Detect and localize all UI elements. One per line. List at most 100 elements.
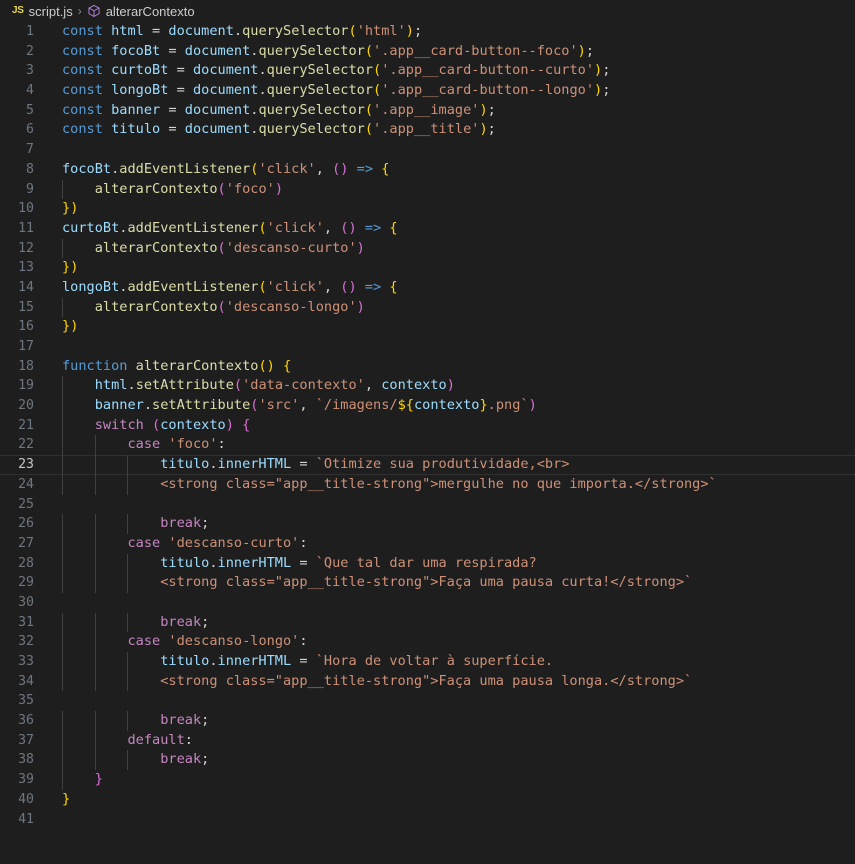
code-token: titulo bbox=[111, 121, 161, 138]
code-line[interactable]: 30 bbox=[0, 593, 855, 613]
code-line[interactable]: 37 default: bbox=[0, 730, 855, 751]
code-line[interactable]: 2 const focoBt = document.querySelector('… bbox=[0, 42, 855, 62]
code-token: contexto bbox=[413, 397, 480, 414]
code-token: { bbox=[242, 416, 251, 433]
code-line[interactable]: 28 titulo.innerHTML = `Que tal dar uma r… bbox=[0, 553, 855, 574]
breadcrumb-item-file[interactable]: JS script.js bbox=[12, 4, 73, 19]
code-line[interactable]: 33 titulo.innerHTML = `Hora de voltar à … bbox=[0, 652, 855, 672]
code-token: ; bbox=[201, 751, 210, 768]
code-line[interactable]: 11 curtoBt.addEventListener('click', () =… bbox=[0, 219, 855, 239]
code-line[interactable]: 17 bbox=[0, 337, 855, 357]
code-line-content: const curtoBt = document.querySelector('… bbox=[48, 61, 855, 81]
code-line[interactable]: 36 break; bbox=[0, 711, 855, 731]
code-token: const bbox=[62, 23, 103, 39]
line-number: 23 bbox=[18, 457, 34, 473]
code-line[interactable]: 15 alterarContexto('descanso-longo') bbox=[0, 297, 855, 318]
code-line[interactable]: 22 case 'foco': bbox=[0, 435, 855, 456]
code-line[interactable]: 19 html.setAttribute('data-contexto', co… bbox=[0, 376, 855, 397]
code-token: = bbox=[143, 23, 169, 39]
code-line-content: html.setAttribute('data-contexto', conte… bbox=[48, 376, 855, 397]
code-line[interactable]: 24 <strong class="app__title-strong">mer… bbox=[0, 474, 855, 495]
code-line[interactable]: 7 bbox=[0, 140, 855, 160]
code-line[interactable]: 20 banner.setAttribute('src', `/imagens/… bbox=[0, 396, 855, 416]
code-line[interactable]: 13}) bbox=[0, 258, 855, 278]
line-number: 30 bbox=[18, 594, 34, 610]
breadcrumb-item-symbol[interactable]: alterarContexto bbox=[87, 4, 195, 19]
code-token: { bbox=[381, 160, 390, 177]
line-number: 31 bbox=[18, 614, 34, 630]
code-token: = bbox=[160, 101, 185, 118]
code-line-content: case 'descanso-longo': bbox=[48, 632, 855, 653]
code-token: titulo bbox=[160, 653, 210, 669]
code-token: } bbox=[62, 259, 71, 276]
line-number: 33 bbox=[18, 654, 34, 669]
code-line[interactable]: 40} bbox=[0, 790, 855, 810]
code-line[interactable]: 29 <strong class="app__title-strong">Faç… bbox=[0, 573, 855, 593]
code-token: ; bbox=[413, 23, 423, 39]
code-line[interactable]: 32 case 'descanso-longo': bbox=[0, 632, 855, 653]
line-number: 8 bbox=[26, 161, 34, 177]
line-number: 5 bbox=[26, 102, 34, 118]
code-line[interactable]: 6 const titulo = document.querySelector('… bbox=[0, 120, 855, 140]
code-line[interactable]: 12 alterarContexto('descanso-curto') bbox=[0, 238, 855, 259]
code-line[interactable]: 10}) bbox=[0, 199, 855, 219]
code-token: `Otimize sua produtividade,<br> bbox=[315, 456, 570, 473]
code-token: ( bbox=[217, 180, 226, 197]
code-line[interactable]: 3 const curtoBt = document.querySelector(… bbox=[0, 61, 855, 81]
code-token: ) bbox=[356, 239, 365, 256]
code-token: ) bbox=[70, 318, 79, 335]
code-line-content: }) bbox=[48, 317, 855, 337]
code-token: break bbox=[160, 712, 202, 729]
code-editor[interactable]: 1 const html = document.querySelector('ht… bbox=[0, 22, 855, 864]
code-token: => bbox=[364, 278, 382, 295]
code-token: 'data-contexto' bbox=[242, 377, 365, 394]
line-number: 21 bbox=[18, 417, 34, 433]
line-number: 26 bbox=[18, 516, 34, 532]
code-token: { bbox=[283, 357, 292, 374]
code-line[interactable]: 27 case 'descanso-curto': bbox=[0, 533, 855, 554]
code-line[interactable]: 4 const longoBt = document.querySelector(… bbox=[0, 81, 855, 101]
code-token: } bbox=[62, 200, 71, 217]
code-line[interactable]: 38 break; bbox=[0, 750, 855, 771]
code-line[interactable]: 8 focoBt.addEventListener('click', () => … bbox=[0, 160, 855, 180]
code-line[interactable]: 23 titulo.innerHTML = `Otimize sua produ… bbox=[0, 455, 855, 475]
code-line[interactable]: 34 <strong class="app__title-strong">Faç… bbox=[0, 671, 855, 692]
code-line-content: titulo.innerHTML = `Hora de voltar à sup… bbox=[48, 652, 855, 672]
code-line[interactable]: 41 bbox=[0, 810, 855, 830]
code-line[interactable]: 5 const banner = document.querySelector('… bbox=[0, 101, 855, 121]
line-number: 3 bbox=[26, 63, 34, 79]
code-line[interactable]: 35 bbox=[0, 691, 855, 711]
code-token: setAttribute bbox=[152, 397, 251, 414]
code-line[interactable]: 14 longoBt.addEventListener('click', () =… bbox=[0, 278, 855, 298]
line-number: 1 bbox=[26, 24, 34, 39]
code-line-content: break; bbox=[48, 612, 855, 633]
code-token: <strong class="app__title-strong">Faça u… bbox=[160, 574, 693, 591]
code-line[interactable]: 26 break; bbox=[0, 514, 855, 534]
code-line[interactable]: 31 break; bbox=[0, 612, 855, 633]
line-number: 6 bbox=[26, 122, 34, 138]
code-token: ; bbox=[201, 613, 210, 630]
line-number: 34 bbox=[18, 673, 34, 689]
code-line[interactable]: 1 const html = document.querySelector('ht… bbox=[0, 22, 855, 42]
line-number: 7 bbox=[26, 142, 34, 158]
code-line[interactable]: 18 function alterarContexto() { bbox=[0, 357, 855, 377]
code-token: , bbox=[364, 377, 382, 394]
code-token: ) bbox=[348, 219, 357, 236]
code-line[interactable]: 39 } bbox=[0, 770, 855, 790]
code-line-content: }) bbox=[48, 199, 855, 219]
code-line[interactable]: 25 bbox=[0, 495, 855, 515]
code-token: querySelector bbox=[258, 121, 365, 138]
code-line[interactable]: 9 alterarContexto('foco') bbox=[0, 179, 855, 200]
code-token: '.app__card-button--curto' bbox=[381, 62, 595, 79]
code-line[interactable]: 21 switch (contexto) { bbox=[0, 415, 855, 436]
code-line[interactable]: 16}) bbox=[0, 317, 855, 337]
code-token: banner bbox=[111, 101, 161, 118]
